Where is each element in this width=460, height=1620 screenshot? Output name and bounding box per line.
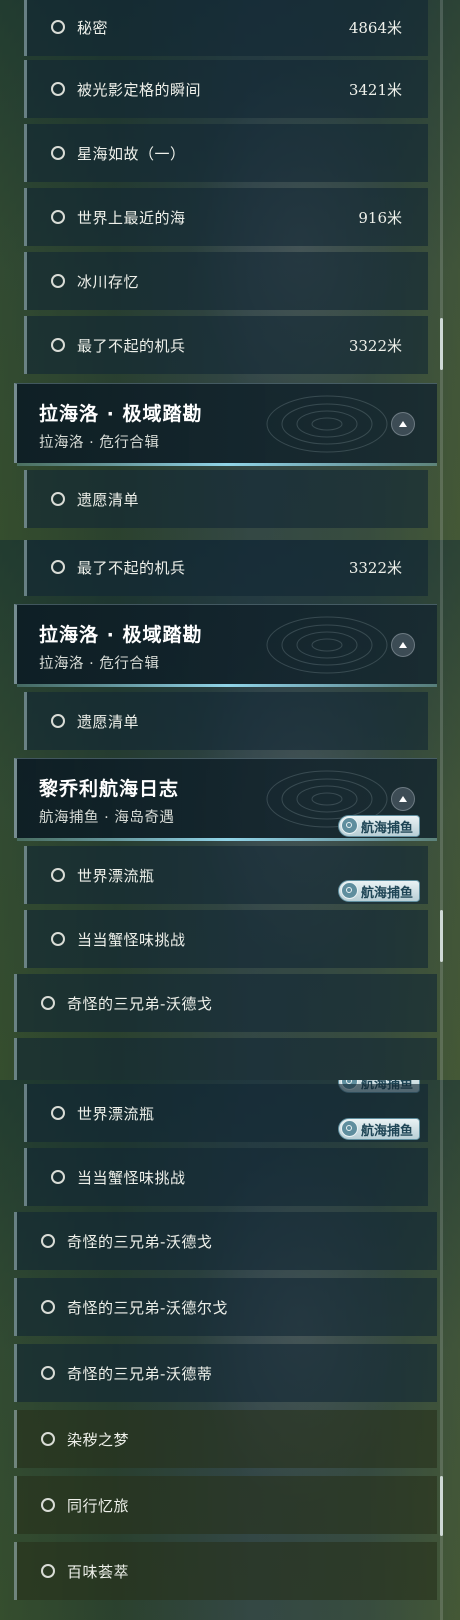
fish-badge-icon [341,817,358,834]
radio-circle-icon [51,20,65,34]
quest-label: 遗愿清单 [77,712,140,731]
quest-label: 星海如故（一） [77,144,186,163]
quest-label: 冰川存忆 [77,272,140,291]
radio-circle-icon [51,82,65,96]
radio-circle-icon [51,714,65,728]
scrollbar-track[interactable] [440,540,443,1080]
quest-label: 遗愿清单 [77,490,140,509]
quest-label: 被光影定格的瞬间 [77,80,202,99]
quest-label: 世界上最近的海 [77,208,186,227]
radio-circle-icon [51,492,65,506]
fishing-tag: 航海捕鱼 [338,880,421,902]
group-subtitle: 航海捕鱼 · 海岛奇遇 [39,810,175,826]
quest-distance: 3322米 [348,336,402,355]
scrollbar-thumb[interactable] [440,910,443,962]
scrollbar-thumb[interactable] [440,318,443,370]
radio-circle-icon [51,560,65,574]
group-title: 拉海洛 · 极域踏勘 [39,403,203,425]
radio-circle-icon [51,210,65,224]
quest-item[interactable]: 星海如故（一） [24,124,428,182]
chevron-up-icon [399,642,407,648]
contour-pattern [266,616,388,674]
radio-circle-icon [41,1498,55,1512]
quest-label: 同行忆旅 [67,1496,130,1515]
quest-item[interactable]: 最了不起的机兵 3322米 [24,540,428,596]
collapse-button[interactable] [391,633,415,657]
radio-circle-icon [41,1564,55,1578]
quest-label: 奇怪的三兄弟-沃德戈 [67,994,213,1013]
quest-distance: 4864米 [348,18,402,37]
quest-item[interactable]: 奇怪的三兄弟-沃德尔戈 [14,1278,437,1336]
radio-circle-icon [51,274,65,288]
quest-label: 当当蟹怪味挑战 [77,1168,186,1187]
quest-item[interactable]: 遗愿清单 [24,692,428,750]
contour-pattern [266,395,388,453]
group-title: 黎乔利航海日志 [39,778,180,800]
quest-list-panel-3: 航海捕鱼 世界漂流瓶 当当蟹怪味挑战 航海捕鱼 奇怪的三兄弟-沃德戈 奇怪的三兄… [0,1080,460,1620]
quest-distance: 3322米 [348,558,402,577]
chevron-up-icon [399,421,407,427]
quest-list-panel-2: 最了不起的机兵 3322米 拉海洛 · 极域踏勘 拉海洛 · 危行合辑 遗愿清单… [0,540,460,1080]
radio-circle-icon [51,1106,65,1120]
quest-group-header[interactable]: 拉海洛 · 极域踏勘 拉海洛 · 危行合辑 [14,383,437,466]
fish-badge-icon [341,882,358,899]
quest-item[interactable]: 百味荟萃 [14,1542,437,1600]
quest-label: 奇怪的三兄弟-沃德蒂 [67,1364,213,1383]
radio-circle-icon [51,868,65,882]
tag-label: 航海捕鱼 [361,1123,414,1139]
group-subtitle: 拉海洛 · 危行合辑 [39,435,160,451]
radio-circle-icon [41,1300,55,1314]
quest-item[interactable]: 最了不起的机兵 3322米 [24,316,428,374]
tag-label: 航海捕鱼 [361,820,414,836]
tag-label: 航海捕鱼 [361,885,414,901]
quest-label: 当当蟹怪味挑战 [77,930,186,949]
quest-label: 最了不起的机兵 [77,558,186,577]
group-title: 拉海洛 · 极域踏勘 [39,624,203,646]
quest-distance: 916米 [358,208,402,227]
quest-label: 百味荟萃 [67,1562,130,1581]
quest-item[interactable]: 当当蟹怪味挑战 [24,910,428,968]
quest-group-header[interactable]: 拉海洛 · 极域踏勘 拉海洛 · 危行合辑 [14,604,437,687]
quest-label: 奇怪的三兄弟-沃德戈 [67,1232,213,1251]
scrollbar-thumb[interactable] [440,1476,443,1536]
quest-label: 最了不起的机兵 [77,336,186,355]
scrollbar-track[interactable] [440,1080,443,1620]
fish-badge-icon [341,1120,358,1137]
quest-item[interactable]: 奇怪的三兄弟-沃德戈 [14,1212,437,1270]
quest-item[interactable]: 染秽之梦 [14,1410,437,1468]
quest-item[interactable]: 秘密 4864米 [24,0,428,56]
quest-item[interactable] [14,1038,437,1080]
group-subtitle: 拉海洛 · 危行合辑 [39,656,160,672]
quest-item[interactable]: 遗愿清单 [24,470,428,528]
quest-label: 奇怪的三兄弟-沃德尔戈 [67,1298,228,1317]
quest-list-panel-1: 秘密 4864米 被光影定格的瞬间 3421米 星海如故（一） 世界上最近的海 … [0,0,460,540]
radio-circle-icon [41,1432,55,1446]
quest-label: 秘密 [77,18,109,37]
radio-circle-icon [51,146,65,160]
scrollbar-track[interactable] [440,0,443,540]
radio-circle-icon [51,1170,65,1184]
quest-item[interactable]: 奇怪的三兄弟-沃德蒂 [14,1344,437,1402]
fishing-tag: 航海捕鱼 [338,1118,421,1140]
radio-circle-icon [41,1366,55,1380]
quest-item[interactable]: 世界上最近的海 916米 [24,188,428,246]
collapse-button[interactable] [391,787,415,811]
radio-circle-icon [41,996,55,1010]
radio-circle-icon [51,932,65,946]
quest-distance: 3421米 [348,80,402,99]
quest-item[interactable]: 奇怪的三兄弟-沃德戈 [14,974,437,1032]
chevron-up-icon [399,796,407,802]
quest-item[interactable]: 被光影定格的瞬间 3421米 [24,60,428,118]
radio-circle-icon [51,338,65,352]
collapse-button[interactable] [391,412,415,436]
quest-item[interactable]: 当当蟹怪味挑战 [24,1148,428,1206]
fishing-tag: 航海捕鱼 [338,815,421,837]
quest-item[interactable]: 冰川存忆 [24,252,428,310]
quest-label: 染秽之梦 [67,1430,130,1449]
radio-circle-icon [41,1234,55,1248]
quest-item[interactable]: 同行忆旅 [14,1476,437,1534]
